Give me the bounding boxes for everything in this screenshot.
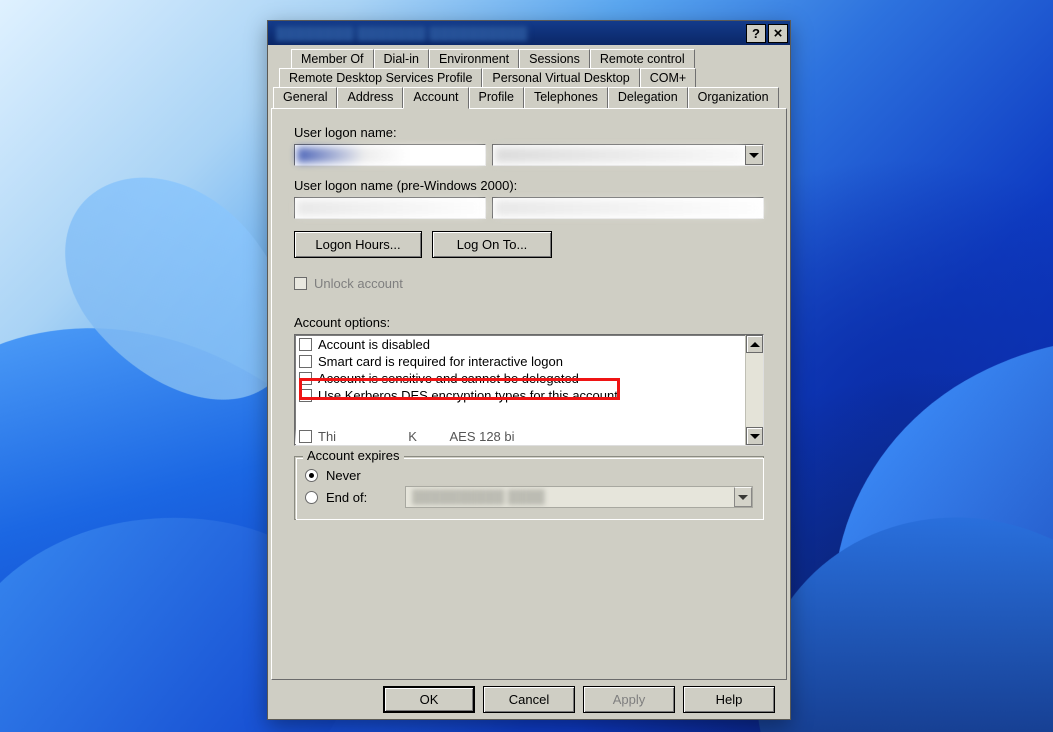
tab-control: Member OfDial-inEnvironmentSessionsRemot… (271, 49, 787, 680)
expires-end-of-radio[interactable]: End of: ██████████ ████ (305, 486, 753, 508)
help-button[interactable]: Help (683, 686, 775, 713)
help-button[interactable]: ? (746, 24, 766, 43)
logon-name-label: User logon name: (294, 125, 764, 140)
tab-account[interactable]: Account (403, 87, 468, 109)
checkbox-icon[interactable] (299, 430, 312, 443)
account-option-label: Smart card is required for interactive l… (318, 354, 563, 369)
expires-never-radio[interactable]: Never (305, 468, 753, 483)
expires-date-dropdown: ██████████ ████ (405, 486, 753, 508)
tab-dial-in[interactable]: Dial-in (374, 49, 429, 69)
tab-remote-control[interactable]: Remote control (590, 49, 695, 69)
account-expires-legend: Account expires (303, 448, 404, 463)
tab-environment[interactable]: Environment (429, 49, 519, 69)
checkbox-icon[interactable] (299, 338, 312, 351)
expires-never-label: Never (326, 468, 361, 483)
tab-sessions[interactable]: Sessions (519, 49, 590, 69)
unlock-account-checkbox: Unlock account (294, 276, 764, 291)
logon-name-input[interactable] (294, 144, 486, 166)
tab-com-[interactable]: COM+ (640, 68, 696, 88)
radio-icon[interactable] (305, 469, 318, 482)
chevron-down-icon (734, 487, 752, 507)
tab-remote-desktop-services-profile[interactable]: Remote Desktop Services Profile (279, 68, 482, 88)
account-options-listbox[interactable]: Account is disabled Smart card is require… (294, 334, 764, 446)
tab-delegation[interactable]: Delegation (608, 87, 688, 109)
tab-page-account: User logon name: User logon name (pre-Wi… (271, 108, 787, 680)
tab-telephones[interactable]: Telephones (524, 87, 608, 109)
dialog-button-row: OK Cancel Apply Help (271, 680, 787, 715)
close-button[interactable]: × (768, 24, 788, 43)
pre2000-name-input[interactable] (492, 197, 764, 219)
account-option-label: Account is disabled (318, 337, 430, 352)
checkbox-icon[interactable] (299, 355, 312, 368)
account-expires-group: Account expires Never End of: ██████████… (294, 456, 764, 520)
apply-button[interactable]: Apply (583, 686, 675, 713)
tab-member-of[interactable]: Member Of (291, 49, 374, 69)
properties-dialog: ████████ ███████ ██████████ ? × Member O… (267, 20, 791, 720)
cancel-button[interactable]: Cancel (483, 686, 575, 713)
checkbox-icon (294, 277, 307, 290)
chevron-down-icon[interactable] (745, 145, 763, 165)
account-option-item[interactable]: Smart card is required for interactive l… (295, 353, 745, 370)
scroll-up-icon[interactable] (746, 335, 763, 353)
account-option-label: Account is sensitive and cannot be deleg… (318, 371, 579, 386)
account-option-item[interactable]: Account is disabled (295, 336, 745, 353)
pre2000-domain-input[interactable] (294, 197, 486, 219)
account-option-item[interactable]: Use Kerberos DES encryption types for th… (295, 387, 745, 404)
logon-hours-button[interactable]: Logon Hours... (294, 231, 422, 258)
account-option-label: Use Kerberos DES encryption types for th… (318, 388, 618, 403)
tab-organization[interactable]: Organization (688, 87, 779, 109)
titlebar[interactable]: ████████ ███████ ██████████ ? × (268, 21, 790, 45)
expires-end-of-label: End of: (326, 490, 367, 505)
account-option-item[interactable]: Account is sensitive and cannot be deleg… (295, 370, 745, 387)
scroll-down-icon[interactable] (746, 427, 763, 445)
log-on-to-button[interactable]: Log On To... (432, 231, 552, 258)
tab-address[interactable]: Address (337, 87, 403, 109)
checkbox-icon[interactable] (299, 372, 312, 385)
titlebar-title: ████████ ███████ ██████████ (276, 26, 744, 41)
logon-pre2000-label: User logon name (pre-Windows 2000): (294, 178, 764, 193)
logon-upn-suffix-dropdown[interactable] (492, 144, 764, 166)
tab-general[interactable]: General (273, 87, 337, 109)
checkbox-icon[interactable] (299, 389, 312, 402)
list-item-partial[interactable]: Thi K AES 128 bi (295, 429, 745, 444)
radio-icon[interactable] (305, 491, 318, 504)
account-options-label: Account options: (294, 315, 764, 330)
tab-personal-virtual-desktop[interactable]: Personal Virtual Desktop (482, 68, 639, 88)
scrollbar[interactable] (745, 335, 763, 445)
ok-button[interactable]: OK (383, 686, 475, 713)
tab-profile[interactable]: Profile (469, 87, 524, 109)
unlock-account-label: Unlock account (314, 276, 403, 291)
